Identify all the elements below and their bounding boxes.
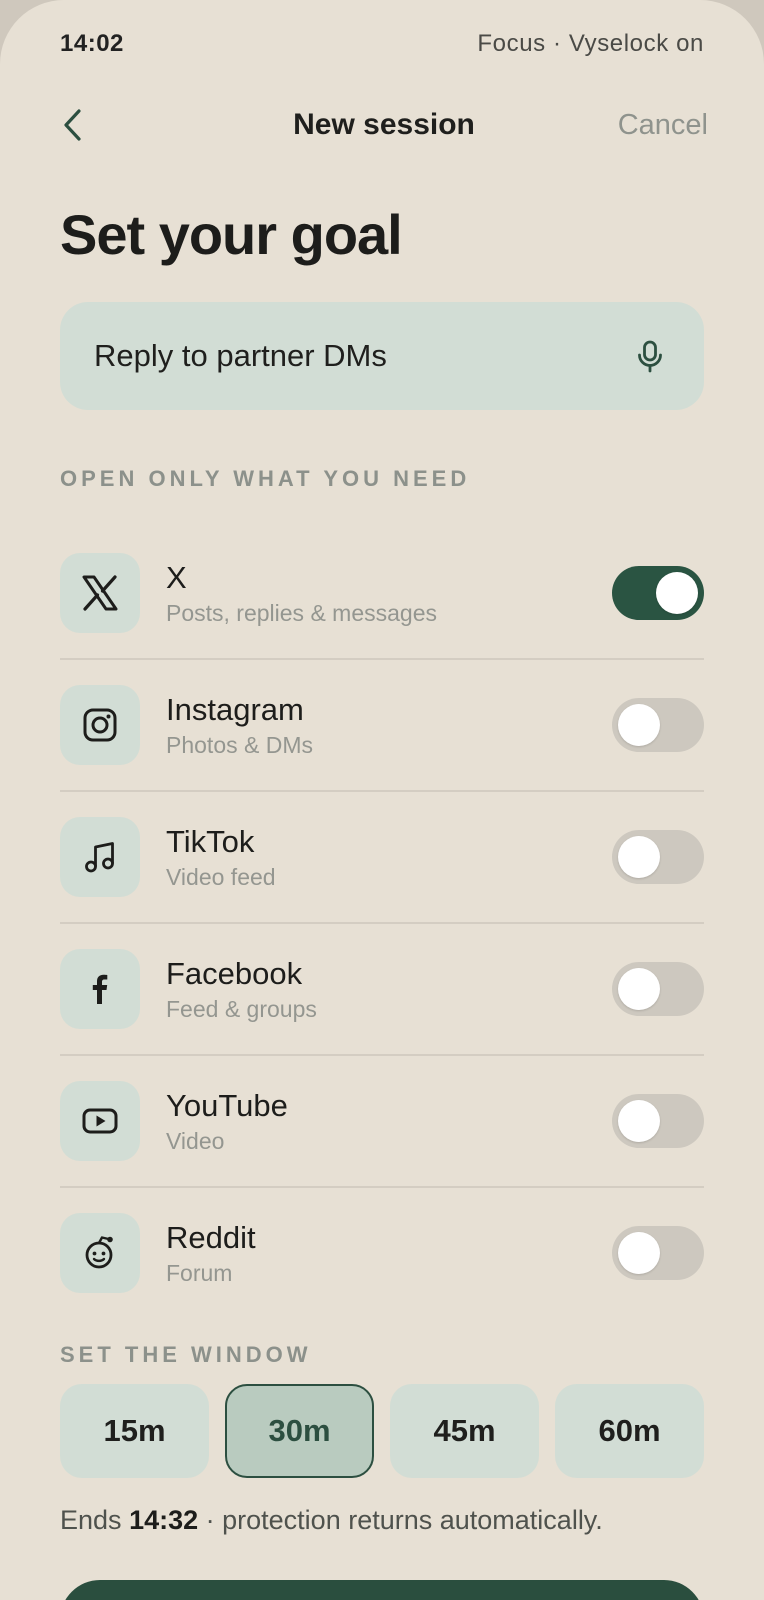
nav-bar: New session Cancel [60, 100, 708, 150]
app-list: X Posts, replies & messages Instagram Ph… [60, 528, 704, 1318]
window-section-label: SET THE WINDOW [60, 1342, 312, 1367]
goal-input[interactable] [94, 338, 594, 374]
status-time: 14:02 [60, 30, 124, 57]
duration-options: 15m 30m 45m 60m [60, 1384, 704, 1478]
microphone-icon[interactable] [632, 338, 668, 374]
app-description: Photos & DMs [166, 731, 313, 758]
toggle-reddit[interactable] [612, 1226, 704, 1280]
facebook-icon [92, 974, 108, 1004]
duration-15m-button[interactable]: 15m [60, 1384, 209, 1478]
status-bar: 14:02 Focus · Vyselock on [60, 30, 704, 58]
app-name: TikTok [166, 823, 255, 859]
phone-screen: 14:02 Focus · Vyselock on New session Ca… [0, 0, 764, 1600]
app-icon-box [60, 949, 140, 1029]
app-description: Video [166, 1127, 225, 1154]
page-title: New session [293, 108, 475, 141]
reddit-icon [85, 1236, 113, 1269]
app-icon-box [60, 1213, 140, 1293]
toggle-tiktok[interactable] [612, 830, 704, 884]
start-session-button[interactable] [60, 1580, 704, 1600]
back-button[interactable] [60, 105, 100, 145]
duration-30m-button[interactable]: 30m [225, 1384, 374, 1478]
ends-time: 14:32 [129, 1505, 199, 1535]
app-description: Posts, replies & messages [166, 599, 438, 626]
chevron-left-icon [64, 109, 81, 141]
app-row-x: X Posts, replies & messages [60, 528, 704, 660]
app-row-reddit: Reddit Forum [60, 1188, 704, 1318]
cancel-button[interactable]: Cancel [618, 109, 708, 142]
app-row-youtube: YouTube Video [60, 1056, 704, 1188]
ends-prefix: Ends [60, 1505, 122, 1535]
duration-45m-button[interactable]: 45m [390, 1384, 539, 1478]
app-name: X [166, 559, 187, 595]
goal-heading: Set your goal [60, 203, 403, 266]
app-row-tiktok: TikTok Video feed [60, 792, 704, 924]
app-name: YouTube [166, 1087, 288, 1123]
x-logo-icon [82, 575, 118, 611]
app-name: Reddit [166, 1219, 256, 1255]
app-row-instagram: Instagram Photos & DMs [60, 660, 704, 792]
youtube-icon [82, 1108, 118, 1134]
app-icon-box [60, 553, 140, 633]
instagram-icon [83, 708, 117, 742]
app-description: Feed & groups [166, 995, 317, 1022]
ends-suffix: · protection returns automatically. [205, 1505, 603, 1535]
app-icon-box [60, 817, 140, 897]
music-note-icon [85, 842, 114, 873]
duration-60m-button[interactable]: 60m [555, 1384, 704, 1478]
app-name: Facebook [166, 955, 303, 991]
app-description: Forum [166, 1259, 233, 1286]
apps-section-label: OPEN ONLY WHAT YOU NEED [60, 466, 471, 491]
app-description: Video feed [166, 863, 276, 890]
app-row-facebook: Facebook Feed & groups [60, 924, 704, 1056]
focus-status: Focus · Vyselock on [477, 30, 704, 57]
goal-field[interactable] [60, 302, 704, 410]
app-name: Instagram [166, 691, 304, 727]
app-icon-box [60, 685, 140, 765]
toggle-youtube[interactable] [612, 1094, 704, 1148]
toggle-x[interactable] [612, 566, 704, 620]
app-icon-box [60, 1081, 140, 1161]
toggle-facebook[interactable] [612, 962, 704, 1016]
toggle-instagram[interactable] [612, 698, 704, 752]
session-end-note: Ends 14:32 · protection returns automati… [60, 1505, 603, 1536]
